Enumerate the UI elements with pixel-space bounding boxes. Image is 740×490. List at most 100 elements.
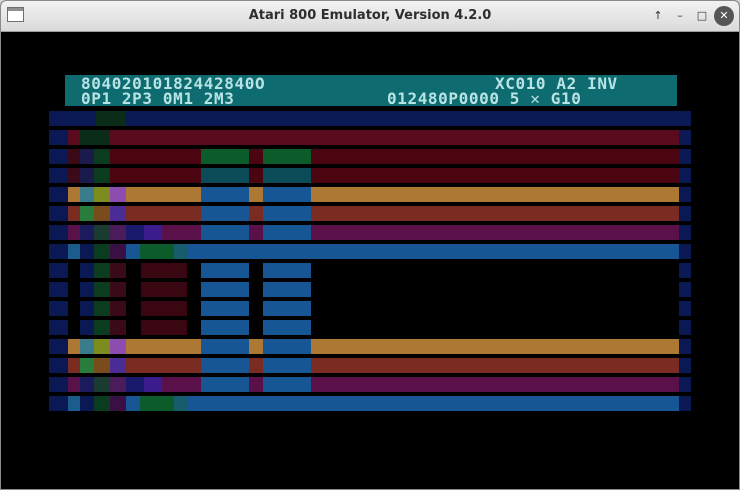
pattern-block — [49, 130, 68, 145]
pattern-block — [679, 168, 691, 183]
pattern-block — [141, 282, 187, 297]
maximize-icon[interactable]: □ — [692, 6, 712, 26]
pattern-block — [162, 377, 201, 392]
pattern-block — [263, 320, 311, 335]
pattern-block — [110, 130, 679, 145]
pattern-block — [679, 149, 691, 164]
minimize-icon[interactable]: – — [670, 6, 690, 26]
pattern-block — [68, 168, 80, 183]
pattern-block — [311, 149, 679, 164]
pattern-block — [311, 358, 679, 373]
pattern-block — [679, 282, 691, 297]
pattern-block — [49, 358, 68, 373]
pattern-block — [311, 206, 679, 221]
pattern-block — [679, 225, 691, 240]
pattern-block — [679, 396, 691, 411]
pattern-block — [201, 206, 249, 221]
pattern-block — [68, 130, 80, 145]
pattern-block — [110, 377, 126, 392]
close-icon[interactable]: ✕ — [714, 6, 734, 26]
pattern-block — [679, 377, 691, 392]
pattern-block — [126, 206, 201, 221]
pattern-block — [94, 301, 110, 316]
pattern-block — [68, 282, 80, 297]
up-arrow-icon[interactable]: ↑ — [648, 6, 668, 26]
pattern-block — [94, 358, 110, 373]
pattern-block — [80, 282, 94, 297]
pattern-block — [201, 282, 249, 297]
pattern-block — [679, 187, 691, 202]
pattern-block — [68, 206, 80, 221]
pattern-block — [249, 168, 263, 183]
pattern-block — [188, 396, 679, 411]
pattern-block — [49, 111, 68, 126]
pattern-block — [80, 301, 94, 316]
title-bar[interactable]: Atari 800 Emulator, Version 4.2.0 ↑ – □ … — [1, 1, 739, 32]
pattern-block — [94, 263, 110, 278]
pattern-block — [94, 320, 110, 335]
pattern-block — [49, 282, 68, 297]
pattern-block — [140, 396, 174, 411]
pattern-block — [110, 358, 126, 373]
pattern-block — [311, 187, 679, 202]
emulator-window: Atari 800 Emulator, Version 4.2.0 ↑ – □ … — [0, 0, 740, 490]
pattern-block — [94, 187, 110, 202]
pattern-block — [249, 339, 263, 354]
pattern-block — [68, 339, 80, 354]
pattern-block — [263, 301, 311, 316]
pattern-block — [68, 377, 80, 392]
pattern-block — [68, 111, 96, 126]
pattern-block — [80, 130, 110, 145]
pattern-block — [679, 339, 691, 354]
pattern-block — [68, 358, 80, 373]
pattern-block — [249, 358, 263, 373]
pattern-block — [96, 111, 126, 126]
pattern-block — [49, 244, 68, 259]
pattern-block — [49, 377, 68, 392]
pattern-block — [201, 168, 249, 183]
pattern-block — [263, 225, 311, 240]
pattern-block — [49, 412, 691, 415]
pattern-block — [80, 206, 94, 221]
pattern-block — [49, 301, 68, 316]
pattern-block — [201, 225, 249, 240]
pattern-block — [144, 377, 162, 392]
pattern-block — [80, 339, 94, 354]
pattern-block — [49, 149, 68, 164]
pattern-block — [94, 244, 110, 259]
pattern-block — [201, 320, 249, 335]
pattern-block — [201, 358, 249, 373]
pattern-block — [94, 149, 110, 164]
pattern-block — [49, 168, 68, 183]
pattern-block — [110, 320, 126, 335]
pattern-block — [126, 244, 140, 259]
status-line: 80402010182442840O XC010 A2 INV 0P1 2P3 … — [65, 75, 677, 107]
pattern-block — [679, 206, 691, 221]
pattern-block — [110, 168, 126, 183]
pattern-block — [80, 168, 94, 183]
pattern-block — [68, 396, 80, 411]
pattern-block — [110, 149, 126, 164]
pattern-block — [80, 263, 94, 278]
pattern-block — [201, 339, 249, 354]
pattern-block — [80, 244, 94, 259]
pattern-block — [162, 225, 201, 240]
emulator-screen[interactable]: 80402010182442840O XC010 A2 INV 0P1 2P3 … — [5, 32, 735, 486]
pattern-block — [126, 339, 201, 354]
pattern-block — [94, 225, 110, 240]
pattern-block — [126, 111, 679, 126]
pattern-block — [679, 358, 691, 373]
pattern-block — [110, 206, 126, 221]
pattern-block — [679, 130, 691, 145]
pattern-block — [249, 187, 263, 202]
pattern-block — [126, 168, 201, 183]
pattern-block — [201, 301, 249, 316]
pattern-block — [311, 225, 679, 240]
pattern-block — [94, 206, 110, 221]
pattern-block — [311, 168, 679, 183]
pattern-block — [141, 301, 187, 316]
pattern-block — [126, 396, 140, 411]
pattern-block — [201, 263, 249, 278]
pattern-block — [49, 263, 68, 278]
pattern-block — [49, 225, 68, 240]
